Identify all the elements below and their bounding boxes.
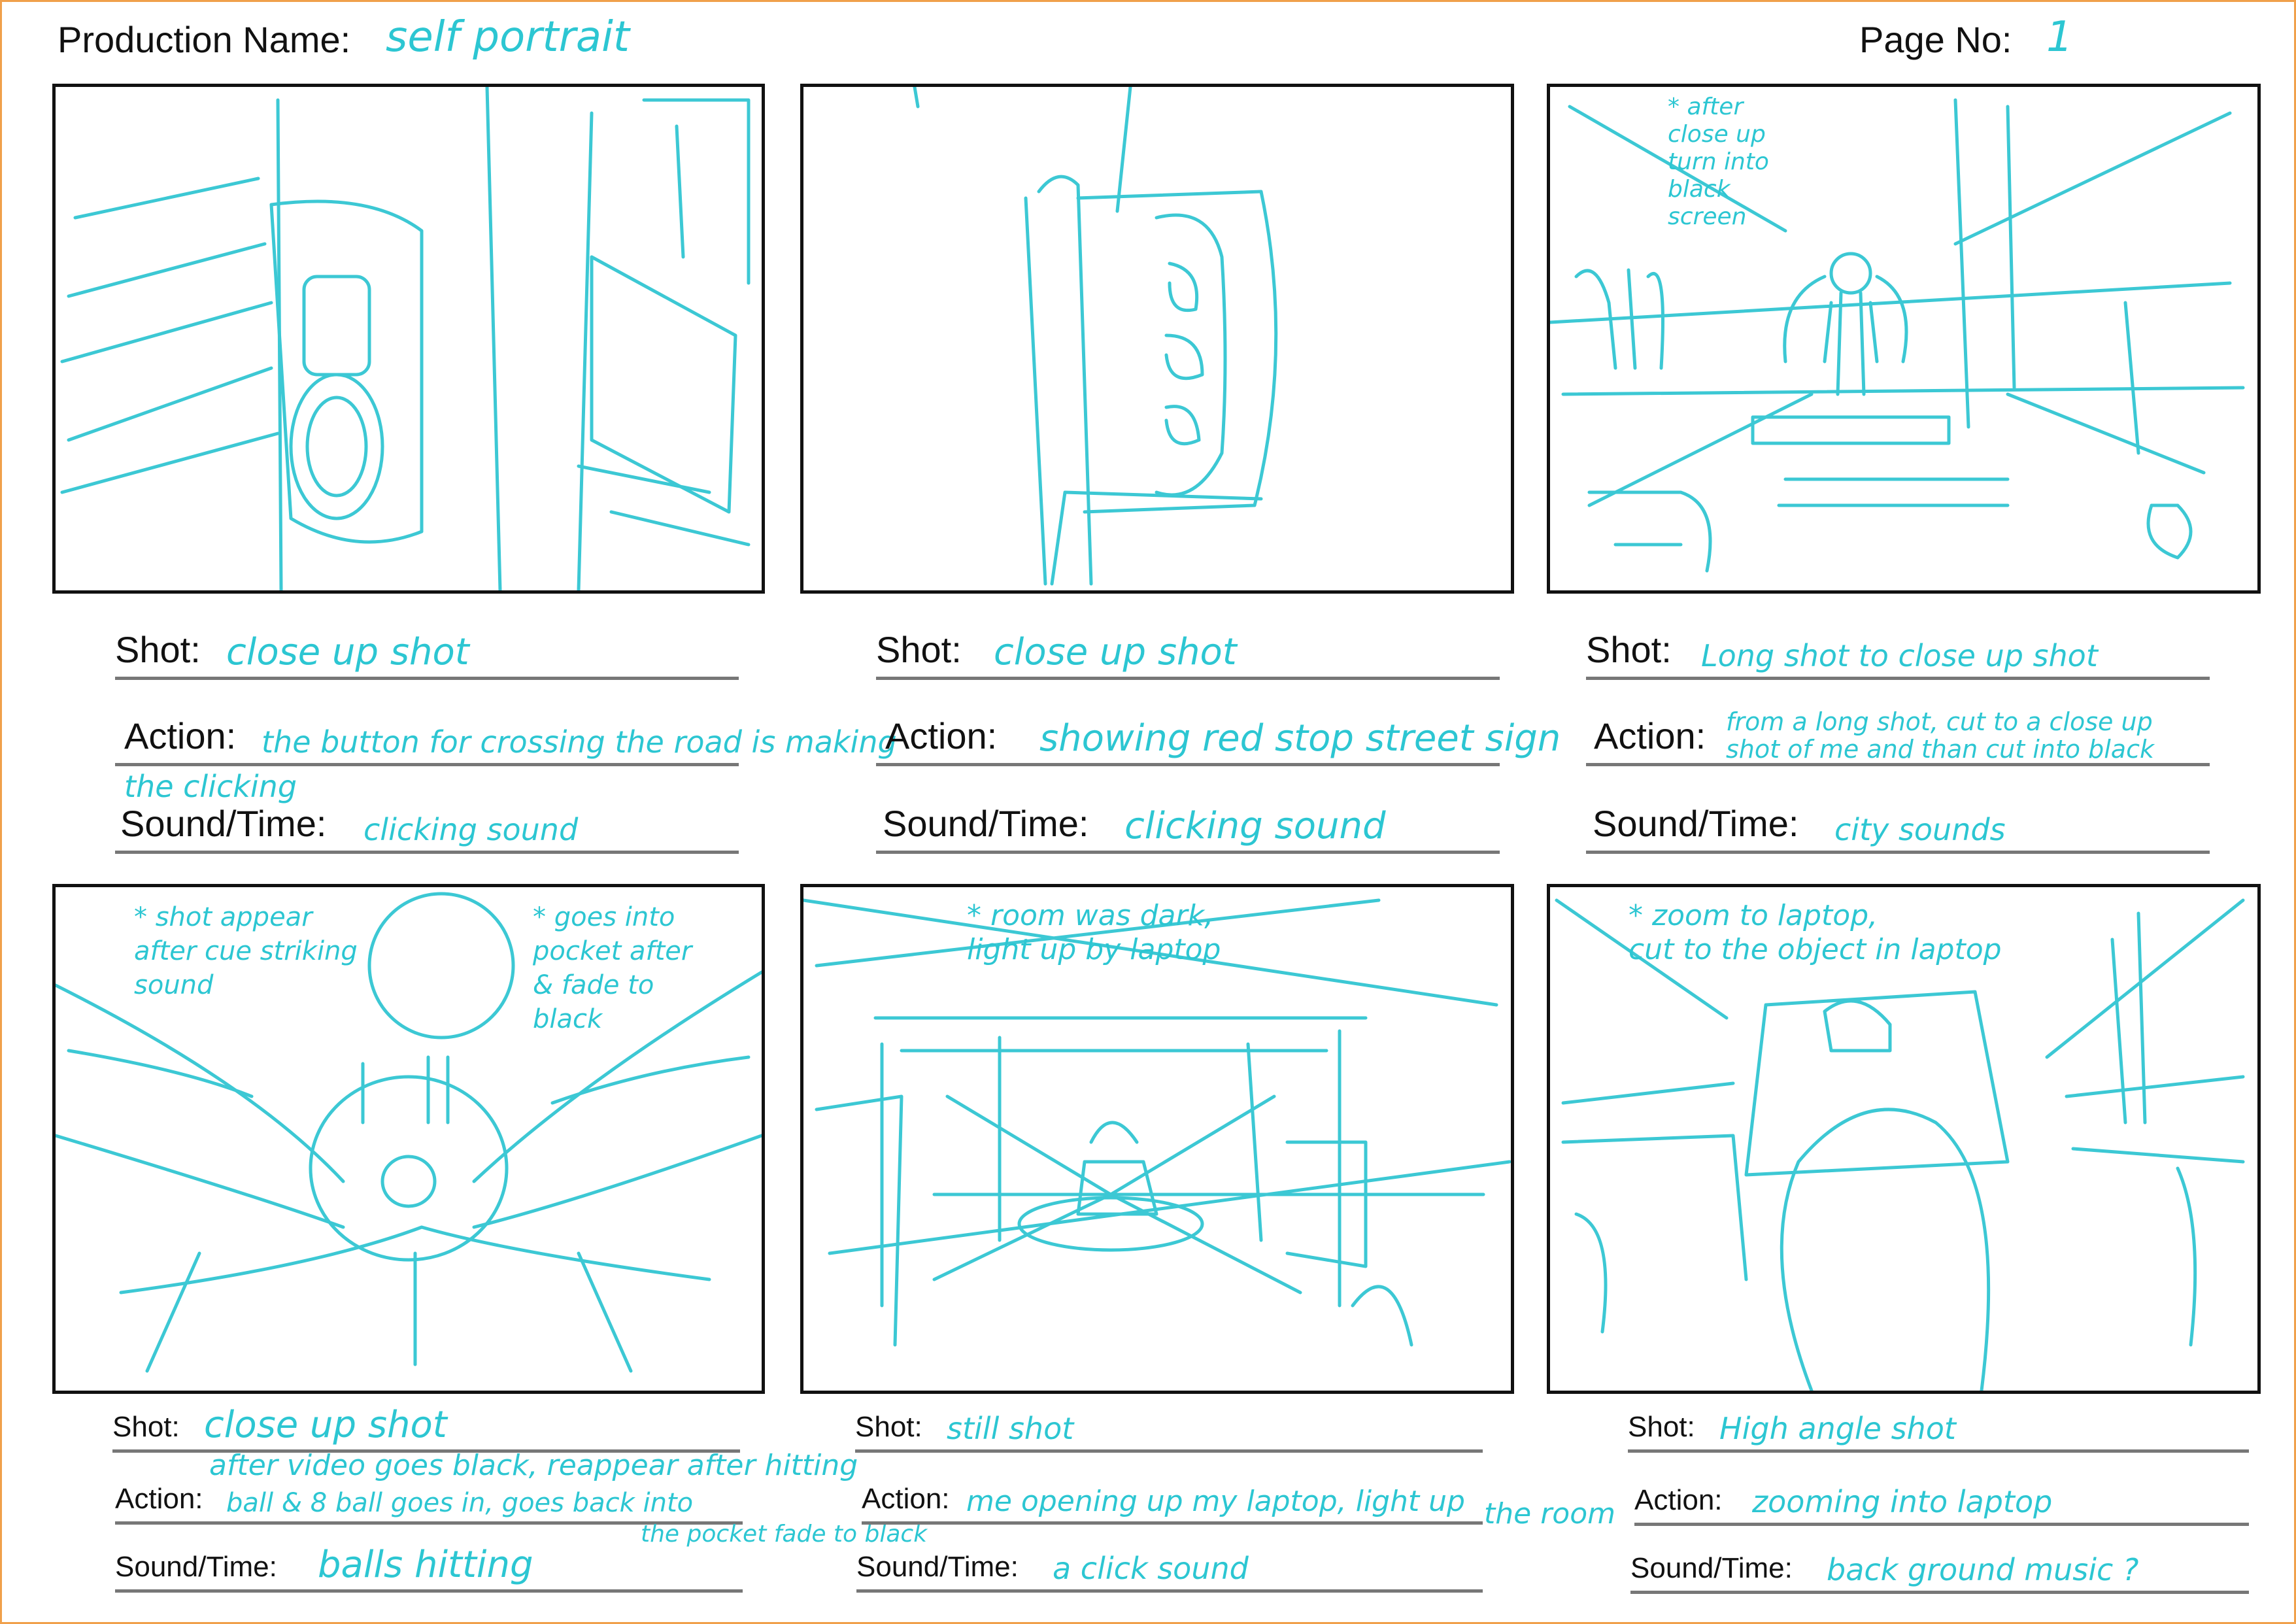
panel-4-sound-rule <box>115 1589 743 1593</box>
panel-5-shot-rule <box>855 1449 1483 1453</box>
panel-4-action-field[interactable]: Action: ball & 8 ball goes in, goes back… <box>115 1479 743 1525</box>
panel-1-shot-label: Shot: <box>115 629 201 670</box>
panel-2-action-rule <box>876 763 1500 766</box>
panel-1-shot-field[interactable]: Shot: close up shot <box>115 628 739 680</box>
panel-4-sound-field[interactable]: Sound/Time: balls hitting <box>115 1544 743 1593</box>
panel-3-action-field[interactable]: Action: from a long shot, cut to a close… <box>1586 707 2210 766</box>
panel-3-sound-rule <box>1586 851 2210 854</box>
panel-6-shot-value: High angle shot <box>1719 1411 1956 1446</box>
page-number-value: 1 <box>2046 13 2073 61</box>
panel-2-sound-value: clicking sound <box>1124 805 1386 847</box>
panel-6-sound-label: Sound/Time: <box>1630 1552 1793 1584</box>
frame-4-note-left: * shot appear after cue striking sound <box>134 902 358 1000</box>
panel-6-action-value: zooming into laptop <box>1752 1484 2053 1519</box>
panel-2-shot-label: Shot: <box>876 629 962 670</box>
panel-1-action-label: Action: <box>124 715 237 756</box>
panel-5-action-rule <box>862 1521 1483 1525</box>
panel-3-action-rule <box>1586 763 2210 766</box>
panel-2-sound-rule <box>876 851 1500 854</box>
panel-3-action-label: Action: <box>1594 715 1706 756</box>
panel-6-action-rule <box>1634 1523 2249 1526</box>
panel-4-action-value: ball & 8 ball goes in, goes back into <box>226 1488 694 1518</box>
panel-3-action-line-2: shot of me and than cut into black <box>1726 735 2154 764</box>
panel-1-action-rule <box>115 763 739 766</box>
panel-1-shot-rule <box>115 677 739 680</box>
frame-4-note-right: * goes into pocket after & fade to black <box>533 902 692 1034</box>
panel-2-action-label: Action: <box>885 715 998 756</box>
panel-6-action-label: Action: <box>1634 1484 1723 1516</box>
frame-3-note: * after close up turn into black screen <box>1668 93 1769 230</box>
panel-5-sound-rule <box>856 1589 1483 1593</box>
panel-5-sound-label: Sound/Time: <box>856 1551 1019 1583</box>
sketch-stop-sign <box>913 87 1278 586</box>
panel-5-sound-field[interactable]: Sound/Time: a click sound <box>856 1547 1483 1593</box>
panel-5-shot-field[interactable]: Shot: still shot <box>855 1407 1483 1453</box>
panel-3-shot-field[interactable]: Shot: Long shot to close up shot <box>1586 628 2210 680</box>
panel-5-shot-label: Shot: <box>855 1411 922 1443</box>
panel-2-action-field[interactable]: Action: showing red stop street sign <box>876 714 1561 766</box>
storyboard-frame-1 <box>52 84 765 594</box>
production-name-label: Production Name: <box>58 19 351 60</box>
panel-6-sound-rule <box>1630 1591 2249 1594</box>
panel-6-sound-value: back ground music ? <box>1827 1552 2139 1587</box>
panel-5-sound-value: a click sound <box>1053 1551 1249 1586</box>
panel-3-sound-field[interactable]: Sound/Time: city sounds <box>1586 802 2210 854</box>
panel-1-action-value: the button for crossing the road is maki… <box>262 724 897 760</box>
storyboard-frame-6: * zoom to laptop, cut to the object in l… <box>1547 884 2261 1394</box>
panel-6-action-field[interactable]: Action: zooming into laptop <box>1634 1480 2249 1526</box>
storyboard-frame-3: * after close up turn into black screen <box>1547 84 2261 594</box>
panel-1-sound-rule <box>115 851 739 854</box>
storyboard-frame-2 <box>800 84 1514 594</box>
panel-4-action-label: Action: <box>115 1483 203 1515</box>
sketch-crosswalk-button <box>60 87 751 590</box>
panel-3-sound-label: Sound/Time: <box>1593 803 1799 844</box>
panel-5-action-field[interactable]: Action: me opening up my laptop, light u… <box>862 1479 1483 1525</box>
panel-3-action-line-1: from a long shot, cut to a close up <box>1726 707 2153 736</box>
panel-3-shot-rule <box>1586 677 2210 680</box>
panel-5-action-label: Action: <box>862 1483 950 1515</box>
frame-6-note: * zoom to laptop, cut to the object in l… <box>1629 899 2002 966</box>
panel-1-action-field[interactable]: Action: the button for crossing the road… <box>115 714 897 766</box>
panel-1-sound-label: Sound/Time: <box>120 803 327 844</box>
panel-4-sound-label: Sound/Time: <box>115 1551 277 1583</box>
page-number-label: Page No: <box>1859 19 2012 60</box>
panel-6-shot-label: Shot: <box>1628 1411 1695 1443</box>
sketch-long-shot-street <box>1550 98 2245 573</box>
panel-2-shot-rule <box>876 677 1500 680</box>
panel-2-action-value: showing red stop street sign <box>1039 717 1561 760</box>
storyboard-frame-4: * shot appear after cue striking sound *… <box>52 884 765 1394</box>
panel-3-shot-label: Shot: <box>1586 629 1672 670</box>
panel-1-shot-value: close up shot <box>226 631 469 673</box>
panel-2-shot-field[interactable]: Shot: close up shot <box>876 628 1500 680</box>
panel-3-sound-value: city sounds <box>1834 812 2006 847</box>
production-name-value: self portrait <box>386 13 630 61</box>
panel-6-shot-rule <box>1628 1449 2249 1453</box>
panel-4-sound-value: balls hitting <box>318 1544 533 1586</box>
panel-1-sound-value: clicking sound <box>363 812 579 847</box>
panel-2-shot-value: close up shot <box>994 631 1237 673</box>
panel-3-shot-value: Long shot to close up shot <box>1701 638 2098 673</box>
panel-4-shot-field[interactable]: Shot: close up shot <box>112 1404 740 1453</box>
panel-4-action-below: the pocket fade to black <box>641 1521 928 1548</box>
storyboard-frame-5: * room was dark, light up by laptop <box>800 884 1514 1394</box>
panel-1-sound-field[interactable]: Sound/Time: clicking sound <box>115 802 739 854</box>
panel-4-shot-label: Shot: <box>112 1411 180 1443</box>
panel-6-sound-field[interactable]: Sound/Time: back ground music ? <box>1630 1548 2249 1594</box>
panel-4-action-above: after video goes black, reappear after h… <box>209 1449 858 1482</box>
panel-6-shot-field[interactable]: Shot: High angle shot <box>1628 1407 2249 1453</box>
panel-2-sound-label: Sound/Time: <box>883 803 1089 844</box>
panel-2-sound-field[interactable]: Sound/Time: clicking sound <box>876 802 1500 854</box>
panel-1-action-overflow: the clicking <box>124 769 297 804</box>
frame-5-note: * room was dark, light up by laptop <box>967 899 1221 966</box>
panel-5-shot-value: still shot <box>947 1411 1074 1446</box>
panel-4-shot-value: close up shot <box>204 1404 447 1446</box>
panel-5-action-value: me opening up my laptop, light up <box>966 1485 1465 1518</box>
panel-5-action-overflow: the room <box>1484 1497 1615 1531</box>
